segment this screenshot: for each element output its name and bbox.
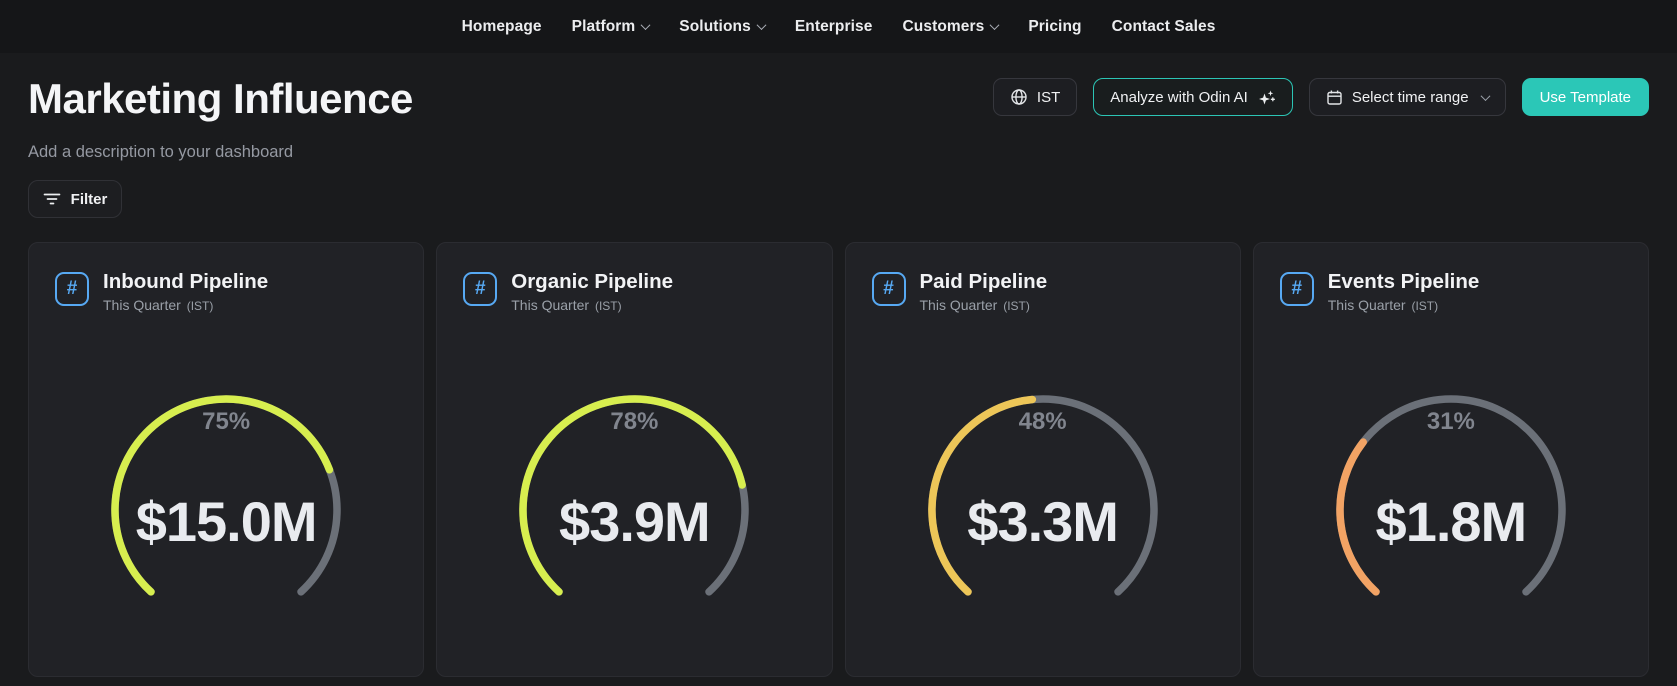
timezone-label: IST <box>1036 88 1061 106</box>
filter-icon <box>43 193 61 205</box>
nav-item-contact-sales[interactable]: Contact Sales <box>1112 18 1216 36</box>
page-title: Marketing Influence <box>28 75 413 122</box>
nav-label: Customers <box>902 17 985 35</box>
nav-label: Platform <box>571 17 636 35</box>
gauge-value-label: $15.0M <box>135 490 318 553</box>
nav-label: Homepage <box>461 17 542 35</box>
time-range-select[interactable]: Select time range <box>1308 78 1506 116</box>
timezone-button[interactable]: IST <box>992 78 1078 116</box>
use-template-button[interactable]: Use Template <box>1521 78 1649 116</box>
nav-item-homepage[interactable]: Homepage <box>462 18 542 36</box>
top-navigation: Homepage Platform Solutions Enterprise C… <box>0 0 1677 53</box>
filter-label: Filter <box>70 190 108 208</box>
chevron-down-icon <box>989 20 1000 31</box>
time-range-label: Select time range <box>1351 88 1469 106</box>
nav-item-customers[interactable]: Customers <box>902 17 1000 36</box>
gauge-paid-pipeline: 48% $3.3M <box>846 243 1240 676</box>
gauge-percent-label: 78% <box>610 408 659 435</box>
gauge-value-label: $3.9M <box>559 490 711 553</box>
sparkles-icon <box>1258 90 1275 104</box>
nav-item-pricing[interactable]: Pricing <box>1028 18 1081 36</box>
gauge-percent-label: 48% <box>1018 408 1067 435</box>
chevron-down-icon <box>756 20 767 31</box>
card-events-pipeline: # Events Pipeline This Quarter (IST) 31%… <box>1252 242 1649 677</box>
header-controls: IST Analyze with Odin AI Select time ran… <box>992 78 1649 116</box>
nav-item-platform[interactable]: Platform <box>571 17 651 36</box>
gauge-inbound-pipeline: 75% $15.0M <box>29 243 423 676</box>
card-organic-pipeline: # Organic Pipeline This Quarter (IST) 78… <box>436 242 833 677</box>
globe-icon <box>1011 89 1027 105</box>
analyze-label: Analyze with Odin AI <box>1110 88 1248 106</box>
nav-label: Contact Sales <box>1111 17 1216 35</box>
dashboard-header: Marketing Influence IST Analyze with Odi… <box>28 75 1649 123</box>
nav-item-solutions[interactable]: Solutions <box>679 17 767 36</box>
chevron-down-icon <box>1480 90 1491 101</box>
calendar-icon <box>1327 90 1342 105</box>
gauge-percent-label: 31% <box>1426 408 1475 435</box>
dashboard-description[interactable]: Add a description to your dashboard <box>28 143 1649 162</box>
gauge-organic-pipeline: 78% $3.9M <box>437 243 831 676</box>
use-template-label: Use Template <box>1539 88 1631 106</box>
nav-label: Solutions <box>679 17 751 35</box>
card-paid-pipeline: # Paid Pipeline This Quarter (IST) 48% $… <box>844 242 1241 677</box>
analyze-odin-ai-button[interactable]: Analyze with Odin AI <box>1093 78 1293 116</box>
gauge-value-label: $3.3M <box>967 490 1119 553</box>
gauge-cards-row: # Inbound Pipeline This Quarter (IST) 75… <box>28 242 1649 677</box>
nav-item-enterprise[interactable]: Enterprise <box>795 18 873 36</box>
card-inbound-pipeline: # Inbound Pipeline This Quarter (IST) 75… <box>28 242 425 677</box>
gauge-value-label: $1.8M <box>1375 490 1528 553</box>
gauge-events-pipeline: 31% $1.8M <box>1254 243 1648 676</box>
nav-label: Pricing <box>1028 17 1082 35</box>
gauge-percent-label: 75% <box>202 408 251 435</box>
chevron-down-icon <box>640 20 651 31</box>
filter-button[interactable]: Filter <box>28 180 122 218</box>
nav-label: Enterprise <box>794 17 873 35</box>
